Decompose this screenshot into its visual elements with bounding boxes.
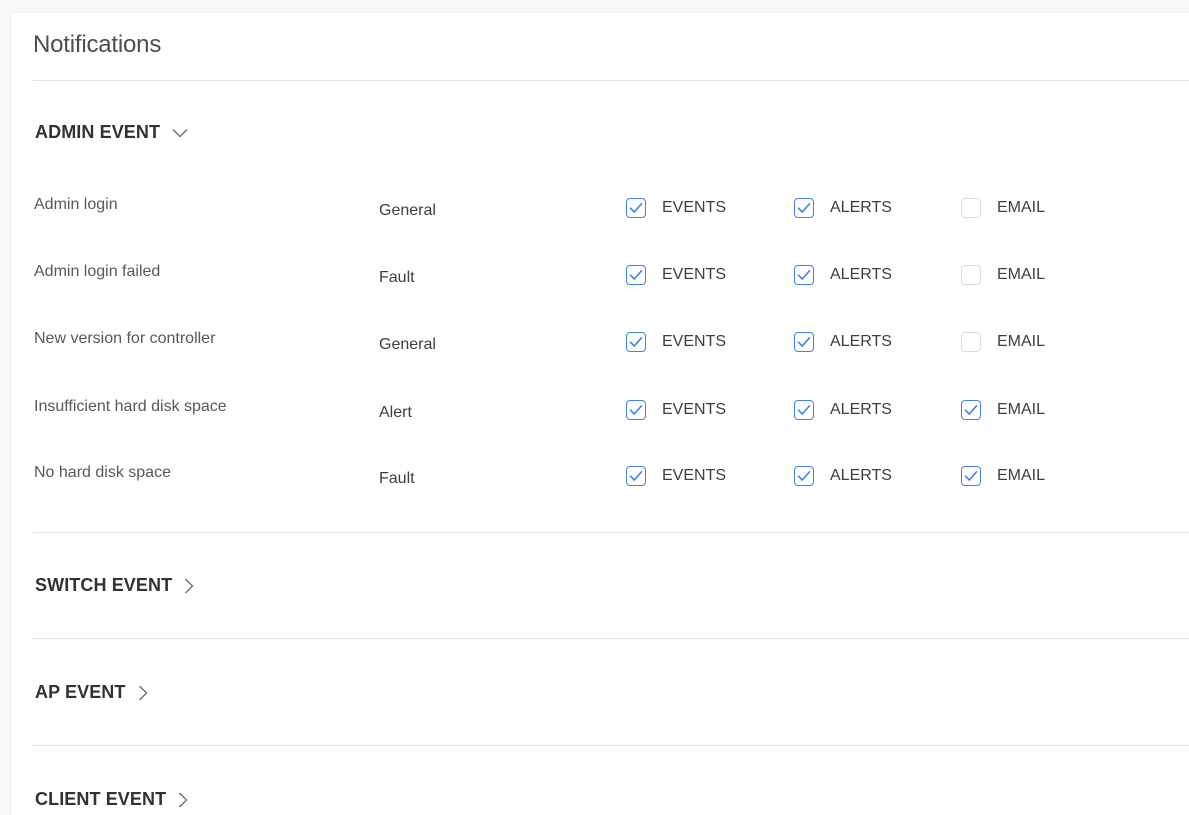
alerts-checkbox[interactable]: ALERTS — [794, 332, 892, 352]
notifications-panel: Notifications ADMIN EVENT Admin login Gen… — [10, 12, 1189, 815]
alerts-checkbox[interactable]: ALERTS — [794, 466, 892, 486]
section-switch-event[interactable]: SWITCH EVENT — [35, 575, 194, 596]
page-title: Notifications — [33, 31, 162, 58]
email-checkbox[interactable]: EMAIL — [961, 466, 1045, 486]
event-category: Fault — [379, 269, 415, 286]
checkmark-icon[interactable] — [794, 198, 814, 218]
section-client-event[interactable]: CLIENT EVENT — [35, 789, 188, 810]
event-row: New version for controller General EVENTS A… — [11, 330, 1189, 364]
event-category: General — [379, 202, 436, 219]
events-checkbox[interactable]: EVENTS — [626, 198, 726, 218]
event-category: General — [379, 336, 436, 353]
section-divider — [33, 745, 1189, 746]
email-label: EMAIL — [997, 467, 1046, 484]
alerts-checkbox[interactable]: ALERTS — [794, 265, 892, 285]
events-label: EVENTS — [662, 333, 727, 350]
alerts-label: ALERTS — [830, 467, 892, 484]
events-label: EVENTS — [662, 401, 727, 418]
checkmark-icon[interactable] — [626, 265, 646, 285]
alerts-label: ALERTS — [830, 333, 892, 350]
section-label: ADMIN EVENT — [35, 122, 161, 142]
checkmark-icon[interactable] — [794, 466, 814, 486]
event-row: No hard disk space Fault EVENTS ALERTS EMAIL — [11, 464, 1189, 498]
events-label: EVENTS — [662, 467, 727, 484]
chevron-right-icon — [178, 792, 188, 808]
checkmark-icon[interactable] — [961, 400, 981, 420]
events-label: EVENTS — [662, 266, 727, 283]
checkbox-box[interactable] — [961, 265, 981, 285]
checkbox-box[interactable] — [961, 198, 981, 218]
email-label: EMAIL — [997, 266, 1046, 283]
section-admin-event[interactable]: ADMIN EVENT — [35, 122, 188, 143]
chevron-right-icon — [138, 685, 148, 701]
email-checkbox[interactable]: EMAIL — [961, 198, 1045, 218]
event-name: Insufficient hard disk space — [34, 398, 227, 415]
checkmark-icon[interactable] — [626, 198, 646, 218]
section-ap-event[interactable]: AP EVENT — [35, 682, 148, 703]
section-divider — [33, 638, 1189, 639]
title-divider — [33, 80, 1189, 81]
event-name: No hard disk space — [34, 464, 171, 481]
email-label: EMAIL — [997, 199, 1046, 216]
email-checkbox[interactable]: EMAIL — [961, 332, 1045, 352]
chevron-right-icon — [184, 578, 194, 594]
event-name: Admin login failed — [34, 263, 161, 280]
checkmark-icon[interactable] — [626, 400, 646, 420]
checkmark-icon[interactable] — [626, 332, 646, 352]
events-label: EVENTS — [662, 199, 727, 216]
section-label: AP EVENT — [35, 682, 126, 702]
section-divider — [33, 532, 1189, 533]
section-label: SWITCH EVENT — [35, 575, 173, 595]
chevron-down-icon — [172, 128, 188, 138]
event-category: Fault — [379, 470, 415, 487]
email-checkbox[interactable]: EMAIL — [961, 400, 1045, 420]
event-category: Alert — [379, 404, 412, 421]
events-checkbox[interactable]: EVENTS — [626, 466, 726, 486]
alerts-label: ALERTS — [830, 199, 892, 216]
checkmark-icon[interactable] — [961, 466, 981, 486]
checkbox-box[interactable] — [961, 332, 981, 352]
event-name: New version for controller — [34, 330, 216, 347]
event-row: Insufficient hard disk space Alert EVENTS A… — [11, 398, 1189, 432]
alerts-checkbox[interactable]: ALERTS — [794, 400, 892, 420]
checkmark-icon[interactable] — [794, 332, 814, 352]
alerts-checkbox[interactable]: ALERTS — [794, 198, 892, 218]
alerts-label: ALERTS — [830, 266, 892, 283]
alerts-label: ALERTS — [830, 401, 892, 418]
event-row: Admin login failed Fault EVENTS ALERTS EMAIL — [11, 263, 1189, 297]
event-row: Admin login General EVENTS ALERTS EMAIL — [11, 196, 1189, 230]
event-name: Admin login — [34, 196, 118, 213]
checkmark-icon[interactable] — [626, 466, 646, 486]
events-checkbox[interactable]: EVENTS — [626, 400, 726, 420]
checkmark-icon[interactable] — [794, 400, 814, 420]
email-label: EMAIL — [997, 333, 1046, 350]
checkmark-icon[interactable] — [794, 265, 814, 285]
section-label: CLIENT EVENT — [35, 789, 167, 809]
email-checkbox[interactable]: EMAIL — [961, 265, 1045, 285]
events-checkbox[interactable]: EVENTS — [626, 265, 726, 285]
email-label: EMAIL — [997, 401, 1046, 418]
events-checkbox[interactable]: EVENTS — [626, 332, 726, 352]
